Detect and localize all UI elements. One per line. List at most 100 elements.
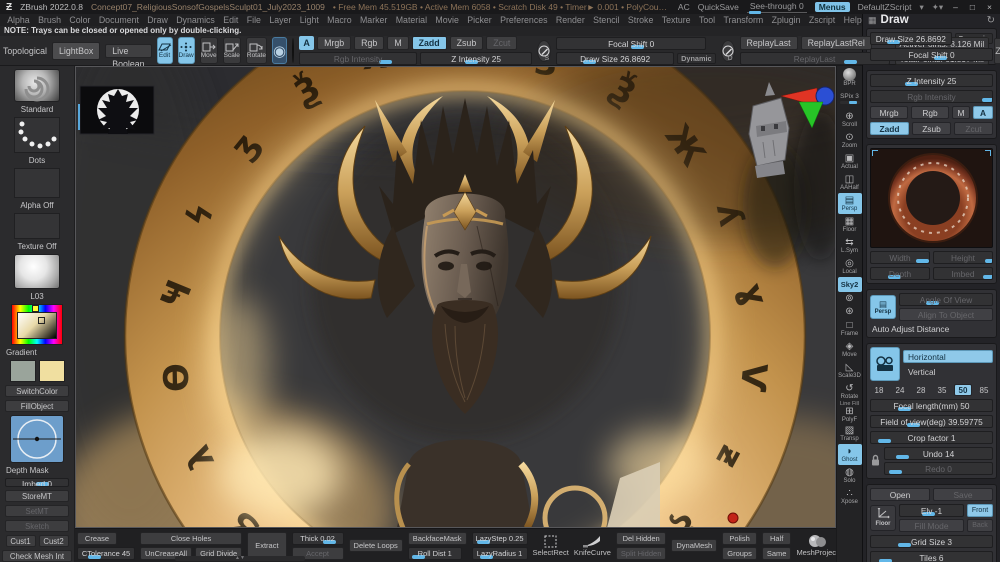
menu-tool[interactable]: Tool (695, 15, 720, 25)
thick-slider[interactable]: Thick 0.02 (292, 532, 344, 545)
replay-last-rel-button[interactable]: ReplayLastRel (801, 36, 872, 50)
panel-zsub-button[interactable]: Zsub (912, 122, 951, 135)
sky2-button[interactable]: Sky2 (838, 277, 862, 292)
menu-file[interactable]: File (243, 15, 266, 25)
quicksave-button[interactable]: QuickSave (698, 2, 739, 12)
imbed-panel-slider[interactable]: Imbed (933, 267, 993, 280)
menu-zplugin[interactable]: Zplugin (767, 15, 804, 25)
hue-cursor[interactable] (32, 305, 39, 312)
xpose-button[interactable]: ∴Xpose (838, 486, 862, 507)
palette-refresh-icon[interactable]: ↻ (987, 15, 995, 26)
menu-draw[interactable]: Draw (143, 15, 172, 25)
fill-mode-button[interactable]: Fill Mode (899, 519, 964, 532)
texture-thumbnail[interactable] (14, 213, 60, 239)
auto-adjust-distance-button[interactable]: Auto Adjust Distance (870, 324, 993, 334)
menu-brush[interactable]: Brush (34, 15, 65, 25)
panel-zadd-button[interactable]: Zadd (870, 122, 909, 135)
scale-mode-button[interactable]: Scale (223, 37, 241, 64)
ac-button[interactable]: AC (678, 2, 690, 12)
grid-size-slider[interactable]: Grid Size 3 (870, 535, 993, 548)
tool-preview-thumbnail[interactable] (870, 148, 993, 248)
floor-axis-button[interactable]: Floor (870, 505, 896, 531)
m-button[interactable]: M (387, 36, 408, 50)
elv-slider[interactable]: Elv -1 (899, 504, 964, 517)
storemt-button[interactable]: StoreMT (5, 490, 69, 502)
focal-preset-28[interactable]: 28 (912, 384, 930, 396)
transp-button[interactable]: ▨Transp (838, 423, 862, 444)
tiles-slider[interactable]: Tiles 6 (870, 551, 993, 562)
polyf-button[interactable]: Line Fill⊞PolyF (838, 402, 862, 423)
tool-preset-icon[interactable]: ▾ (919, 2, 923, 13)
close-button[interactable]: × (985, 2, 994, 12)
rotate-mode-button[interactable]: Rotate (246, 37, 267, 64)
fillobject-button[interactable]: FillObject (5, 400, 69, 412)
crease-button[interactable]: Crease (77, 532, 117, 545)
check-mesh-integrity-button[interactable]: Check Mesh Int (2, 550, 72, 562)
stroke-thumbnail[interactable] (14, 117, 60, 153)
focal-preset-24[interactable]: 24 (891, 384, 909, 396)
dynamesh-button[interactable]: DynaMesh (671, 539, 717, 552)
spix-slider-track[interactable] (840, 101, 860, 104)
back-button[interactable]: Back (967, 519, 993, 532)
rotate3d-button[interactable]: ↺Rotate (838, 381, 862, 402)
z-collapsed-tab[interactable]: Z (994, 38, 1000, 64)
focal-shift-slider[interactable]: Focal Shift 0 (556, 37, 706, 50)
scale3d-button[interactable]: ◺Scale3D (838, 360, 862, 381)
roll-dist-slider[interactable]: Roll Dist 1 (408, 547, 462, 560)
panel-zcut-button[interactable]: Zcut (954, 122, 993, 135)
same-button[interactable]: Same (762, 547, 792, 560)
restore-button[interactable]: □ (968, 2, 977, 12)
selectrect-button[interactable]: SelectRect (533, 535, 569, 557)
menus-button[interactable]: Menus (815, 2, 850, 12)
menu-help[interactable]: Help (839, 15, 865, 25)
menu-preferences[interactable]: Preferences (496, 15, 552, 25)
rgb-intensity-slider[interactable]: Rgb Intensity (299, 52, 417, 65)
zcut-button[interactable]: Zcut (486, 36, 517, 50)
material-thumbnail[interactable] (14, 254, 60, 289)
focal-preset-18[interactable]: 18 (870, 384, 888, 396)
live-boolean-button[interactable]: Live Boolean (105, 44, 151, 58)
cust1-button[interactable]: Cust1 (6, 535, 36, 547)
del-hidden-button[interactable]: Del Hidden (616, 532, 666, 545)
draw-size-slider[interactable]: Draw Size 26.8692 (556, 52, 674, 65)
meshproject-button[interactable]: MeshProject (796, 534, 836, 557)
replay-slider[interactable]: ReplayLast (740, 52, 890, 65)
menu-light[interactable]: Light (296, 15, 323, 25)
local-button[interactable]: ◎Local (838, 256, 862, 277)
rgb-button[interactable]: Rgb (354, 36, 384, 50)
main-color-swatch[interactable] (10, 360, 36, 382)
horizontal-button[interactable]: Horizontal (903, 350, 993, 363)
menu-texture[interactable]: Texture (658, 15, 695, 25)
menu-alpha[interactable]: Alpha (3, 15, 34, 25)
menu-transform[interactable]: Transform (719, 15, 767, 25)
knifecurve-button[interactable]: KnifeCurve (574, 535, 611, 557)
close-holes-button[interactable]: Close Holes (140, 532, 242, 545)
cust2-button[interactable]: Cust2 (39, 535, 69, 547)
move-canvas-button[interactable]: ◈Move (838, 339, 862, 360)
menu-edit[interactable]: Edit (219, 15, 243, 25)
see-through-slider[interactable]: See-through 0 (747, 1, 807, 13)
menu-render[interactable]: Render (552, 15, 589, 25)
alpha-preview-thumbnail[interactable] (78, 86, 154, 134)
spin-down-button[interactable]: ⊛ (838, 305, 862, 318)
document-canvas[interactable]: ϟʒѮЖʎɣѴƶξψҰЋϗƐƷλѲҸϟʒѮЖ (75, 66, 836, 528)
persp-button[interactable]: ▤Persp (838, 193, 862, 214)
height-slider[interactable]: Height (933, 251, 993, 264)
lightbox-button[interactable]: LightBox (52, 42, 100, 60)
split-hidden-button[interactable]: Split Hidden (616, 547, 666, 560)
align-to-object-button[interactable]: Align To Object (899, 308, 993, 321)
backfacemask-button[interactable]: BackfaceMask (408, 532, 467, 545)
secondary-color-swatch[interactable] (39, 360, 65, 382)
draw-mode-button[interactable]: Draw (178, 37, 195, 64)
menu-movie[interactable]: Movie (431, 15, 463, 25)
panel-draw-size-slider[interactable]: Draw Size 26.8692 (870, 32, 952, 45)
switchcolor-button[interactable]: SwitchColor (5, 385, 69, 397)
depth-slider[interactable]: Depth (870, 267, 930, 280)
panel-rgb-intensity-slider[interactable]: Rgb Intensity (870, 90, 993, 103)
zsub-button[interactable]: Zsub (450, 36, 484, 50)
default-zscript-button[interactable]: DefaultZScript (858, 2, 912, 12)
camera-button[interactable] (870, 347, 900, 381)
ghost-button[interactable]: ◗Ghost (838, 444, 862, 465)
alpha-thumbnail[interactable] (14, 168, 60, 198)
spin-up-button[interactable]: ⊚ (838, 292, 862, 305)
